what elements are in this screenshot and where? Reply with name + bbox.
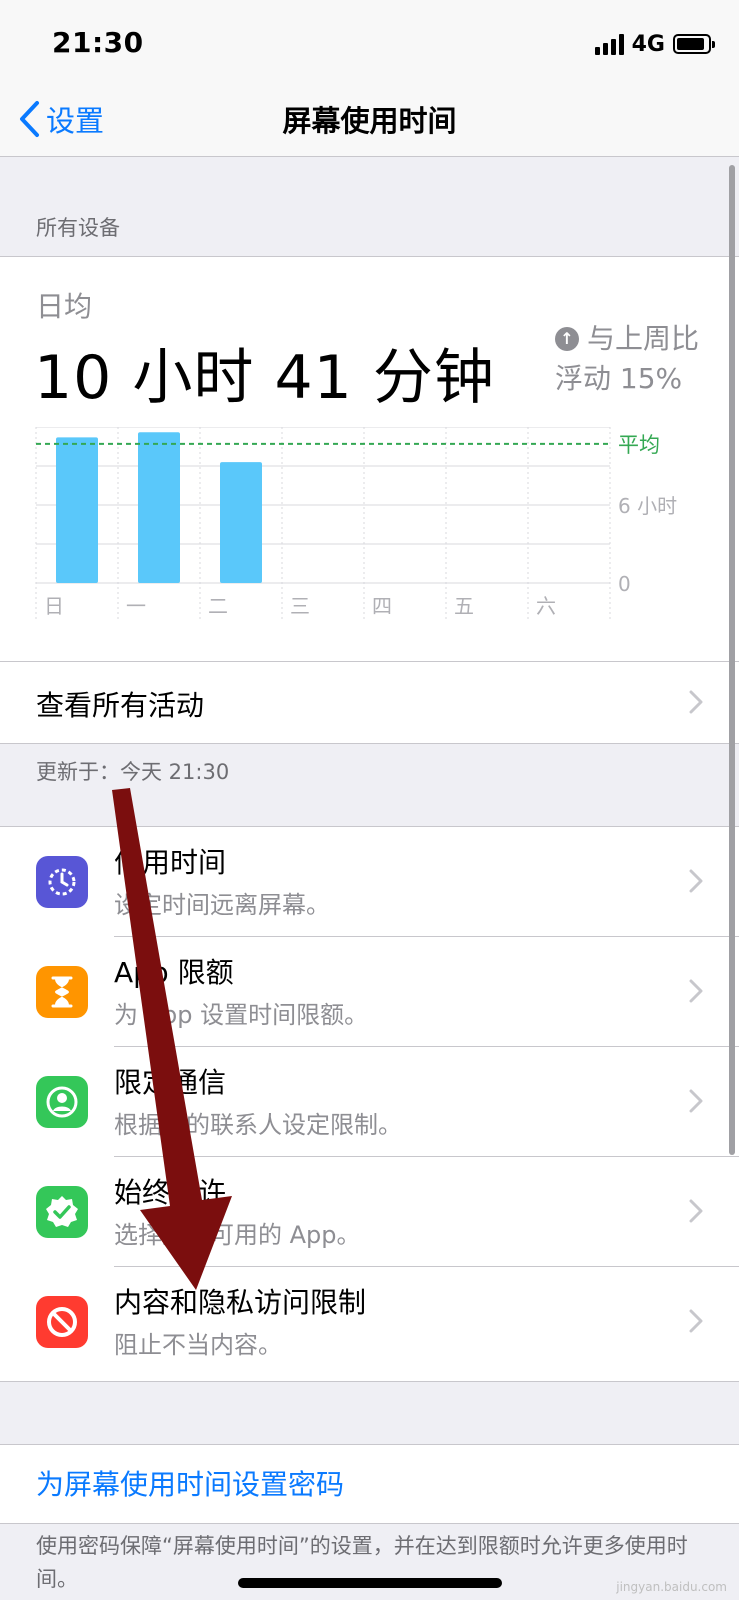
menu-item-title: 停用时间 — [114, 846, 227, 879]
chevron-right-icon — [689, 979, 703, 1003]
menu-item-subtitle: 根据您的联系人设定限制。 — [114, 1111, 402, 1139]
menu-item-subtitle: 设定时间远离屏幕。 — [114, 891, 330, 919]
menu-item-subtitle: 阻止不当内容。 — [114, 1331, 282, 1359]
see-all-activity-row[interactable]: 查看所有活动 — [0, 661, 739, 742]
average-label: 平均 — [618, 433, 660, 457]
updated-timestamp: 更新于：今天 21:30 — [36, 760, 230, 784]
battery-icon — [673, 34, 715, 54]
home-indicator[interactable] — [238, 1578, 502, 1588]
hourglass-icon — [36, 966, 88, 1018]
menu-item-title: 限定通信 — [114, 1066, 227, 1099]
comparison-value: 浮动 15% — [554, 362, 683, 395]
x-tick-label: 五 — [454, 594, 474, 618]
menu-item-content-privacy-restrictions[interactable]: 内容和隐私访问限制 阻止不当内容。 — [0, 1267, 739, 1377]
daily-average-label: 日均 — [36, 290, 93, 323]
weekly-comparison: ↑ 与上周比 浮动 15% — [554, 319, 699, 399]
comparison-label: 与上周比 — [586, 322, 699, 355]
usage-summary-card: 日均 10 小时 41 分钟 ↑ 与上周比 浮动 15% 平均 6 小时 0 日 一 二 三… — [0, 256, 739, 744]
checkmark-badge-icon — [36, 1186, 88, 1238]
usage-chart: 平均 6 小时 0 日 一 二 三 四 五 六 — [35, 427, 677, 619]
chevron-right-icon — [689, 1089, 703, 1113]
x-tick-label: 一 — [126, 594, 146, 618]
bar-二 — [220, 462, 262, 583]
passcode-row[interactable]: 为屏幕使用时间设置密码 — [0, 1444, 739, 1524]
arrow-up-circle-icon: ↑ — [554, 327, 579, 351]
status-bar: 21:30 4G — [0, 0, 739, 88]
set-passcode-link[interactable]: 为屏幕使用时间设置密码 — [36, 1463, 344, 1503]
menu-item-subtitle: 选择始终可用的 App。 — [114, 1221, 361, 1249]
restriction-icon — [36, 1296, 88, 1348]
menu-item-always-allowed[interactable]: 始终允许 选择始终可用的 App。 — [0, 1157, 739, 1267]
see-all-activity-label: 查看所有活动 — [36, 689, 205, 722]
status-indicators: 4G — [594, 31, 715, 57]
signal-icon — [594, 33, 624, 55]
bar-一 — [138, 432, 180, 583]
menu-item-downtime[interactable]: 停用时间 设定时间远离屏幕。 — [0, 827, 739, 937]
page-title: 屏幕使用时间 — [282, 104, 457, 138]
chevron-right-icon — [689, 869, 703, 893]
menu-item-title: 内容和隐私访问限制 — [114, 1286, 367, 1319]
menu-item-communication-limits[interactable]: 限定通信 根据您的联系人设定限制。 — [0, 1047, 739, 1157]
chevron-right-icon — [689, 1199, 703, 1223]
menu-item-title: 始终允许 — [114, 1176, 227, 1209]
x-tick-label: 四 — [372, 594, 392, 618]
chevron-right-icon — [689, 690, 703, 714]
menu-item-app-limits[interactable]: App 限额 为 App 设置时间限额。 — [0, 937, 739, 1047]
downtime-icon — [36, 856, 88, 908]
x-tick-label: 二 — [208, 594, 228, 618]
watermark-text: jingyan.baidu.com — [616, 1580, 727, 1594]
contact-icon — [36, 1076, 88, 1128]
scrollbar[interactable] — [729, 165, 735, 1155]
daily-average-value: 10 小时 41 分钟 — [34, 343, 495, 413]
y-tick-label: 0 — [618, 572, 631, 596]
network-type: 4G — [631, 31, 665, 57]
x-tick-label: 日 — [44, 594, 64, 618]
status-time: 21:30 — [52, 26, 144, 59]
devices-section-header: 所有设备 — [36, 216, 120, 240]
chevron-right-icon — [689, 1309, 703, 1333]
menu-item-subtitle: 为 App 设置时间限额。 — [114, 1001, 369, 1029]
x-tick-label: 六 — [536, 594, 556, 618]
menu-item-title: App 限额 — [114, 956, 234, 989]
x-tick-label: 三 — [290, 594, 310, 618]
y-tick-label: 6 小时 — [618, 494, 677, 518]
navigation-bar: 设置 屏幕使用时间 — [0, 88, 739, 157]
bar-日 — [56, 437, 98, 583]
settings-menu: 停用时间 设定时间远离屏幕。 App 限额 为 App 设置时间限额。 限定通信… — [0, 826, 739, 1382]
